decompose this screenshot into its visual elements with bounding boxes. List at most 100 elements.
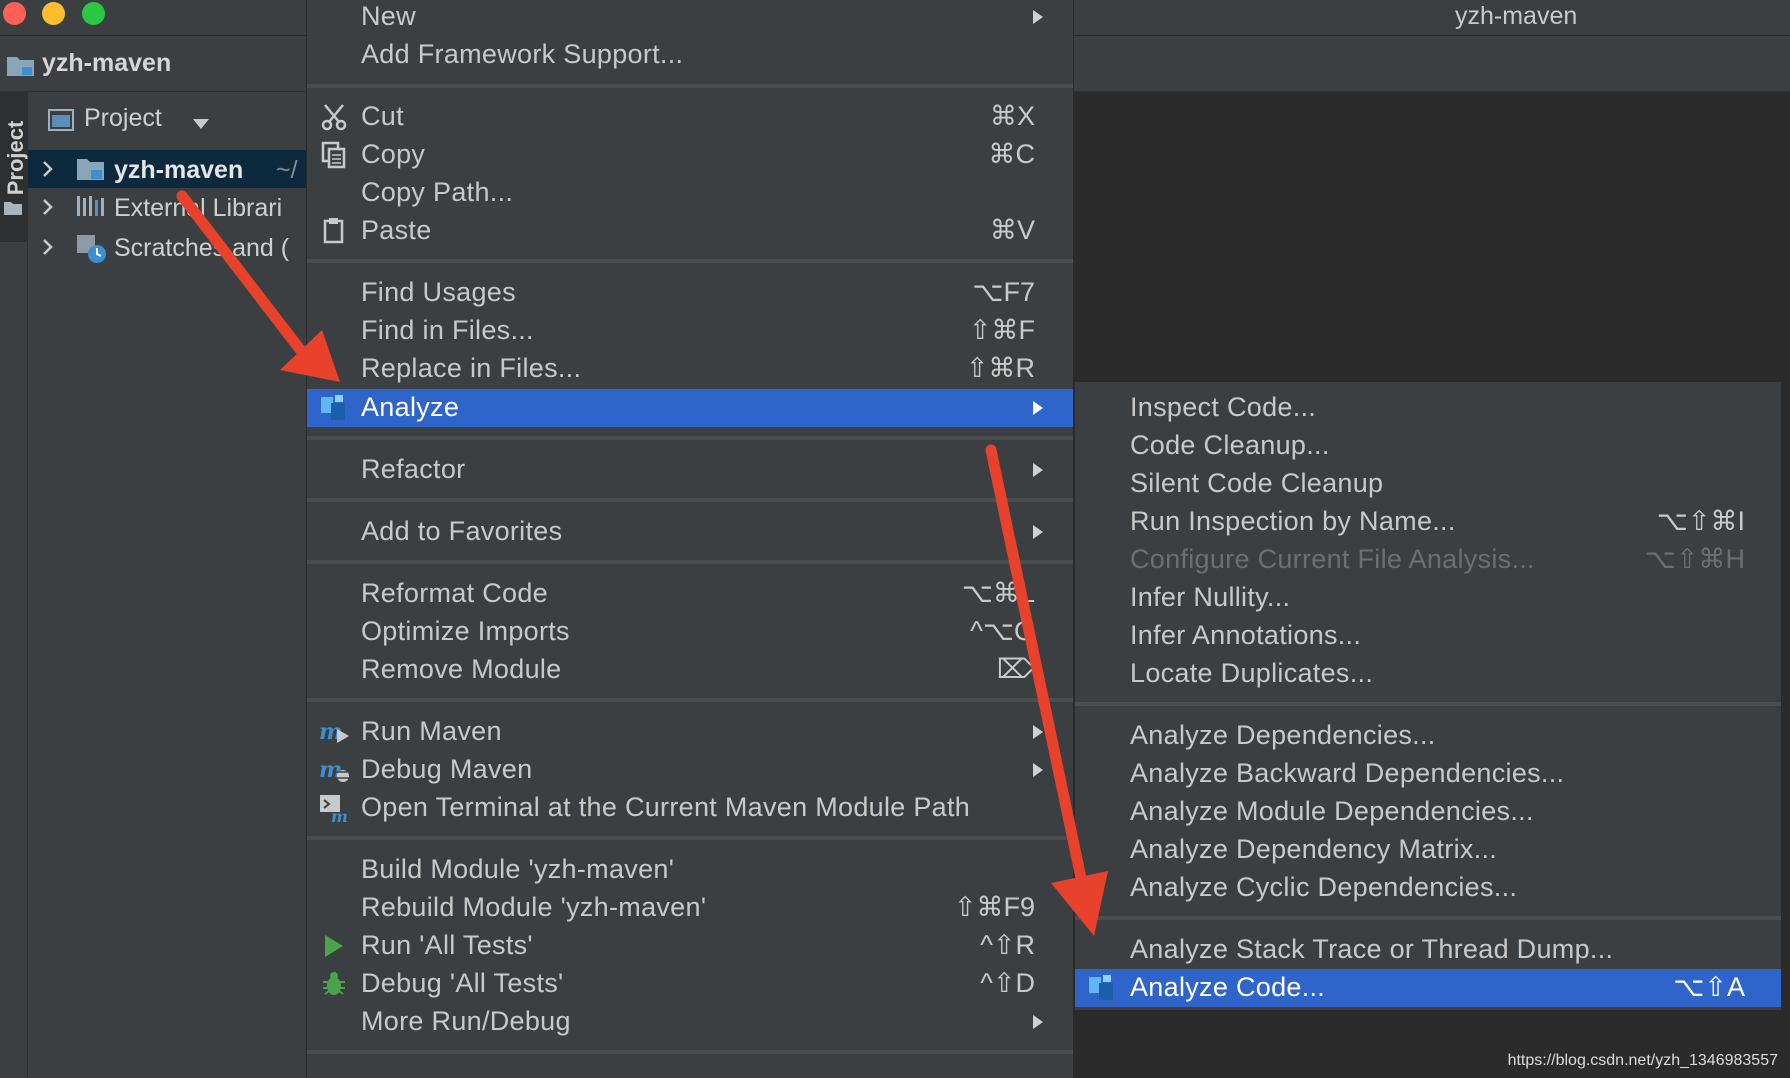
submenu-item-locate-duplicates[interactable]: Locate Duplicates... (1075, 655, 1781, 693)
menu-item-add-framework-support[interactable]: Add Framework Support... (307, 36, 1073, 74)
tree-item-path: ~/ (276, 156, 298, 184)
menu-item-build-module[interactable]: Build Module 'yzh-maven' (307, 851, 1073, 889)
project-tool-button[interactable]: Project (0, 92, 28, 242)
scratches-icon (76, 234, 108, 269)
menu-item-shortcut: ⌥⇧⌘I (1656, 506, 1745, 536)
submenu-arrow-icon (1033, 1015, 1043, 1029)
menu-item-refactor[interactable]: Refactor (307, 451, 1073, 489)
menu-item-label: Debug Maven (361, 754, 533, 784)
submenu-item-analyze-module-dependencies[interactable]: Analyze Module Dependencies... (1075, 793, 1781, 831)
menu-item-label: Reformat Code (361, 578, 548, 608)
menu-separator (307, 84, 1073, 88)
submenu-arrow-icon (1033, 401, 1043, 415)
menu-item-label: Analyze Stack Trace or Thread Dump... (1130, 934, 1614, 964)
menu-item-find-usages[interactable]: Find Usages ⌥F7 (307, 274, 1073, 312)
tree-item-label: Scratches and ( (114, 234, 290, 262)
close-window-button[interactable] (3, 2, 26, 25)
menu-item-label: Code Cleanup... (1130, 430, 1330, 460)
menu-item-label: Add Framework Support... (361, 39, 684, 69)
menu-item-label: New (361, 1, 416, 31)
submenu-arrow-icon (1033, 463, 1043, 477)
chevron-right-icon[interactable] (42, 198, 54, 221)
menu-item-run-all-tests[interactable]: Run 'All Tests' ^⇧R (307, 927, 1073, 965)
project-view-selector[interactable]: Project (84, 104, 162, 133)
menu-item-new[interactable]: New (307, 0, 1073, 36)
minimize-window-button[interactable] (42, 2, 65, 25)
submenu-item-configure-file-analysis: Configure Current File Analysis... ⌥⇧⌘H (1075, 541, 1781, 579)
submenu-item-silent-code-cleanup[interactable]: Silent Code Cleanup (1075, 465, 1781, 503)
project-view-icon (48, 108, 74, 137)
menu-item-paste[interactable]: Paste ⌘V (307, 212, 1073, 250)
menu-item-open-terminal-maven[interactable]: m Open Terminal at the Current Maven Mod… (307, 789, 1073, 827)
debug-icon (319, 969, 349, 999)
chevron-right-icon[interactable] (42, 160, 54, 183)
menu-item-label: Add to Favorites (361, 516, 563, 546)
tree-item-yzh-maven[interactable]: yzh-maven ~/ (28, 150, 308, 188)
submenu-item-run-inspection-by-name[interactable]: Run Inspection by Name... ⌥⇧⌘I (1075, 503, 1781, 541)
menu-item-rebuild-module[interactable]: Rebuild Module 'yzh-maven' ⇧⌘F9 (307, 889, 1073, 927)
menu-separator (1075, 702, 1781, 706)
menu-item-shortcut: ⌘C (988, 139, 1036, 169)
submenu-item-inspect-code[interactable]: Inspect Code... (1075, 389, 1781, 427)
svg-text:m: m (331, 807, 348, 823)
menu-item-label: Remove Module (361, 654, 562, 684)
chevron-down-icon[interactable] (193, 116, 209, 134)
menu-item-label: Optimize Imports (361, 616, 570, 646)
nav-project-crumb[interactable]: yzh-maven (42, 49, 171, 78)
menu-item-label: Analyze Module Dependencies... (1130, 796, 1534, 826)
menu-item-shortcut: ^⇧R (980, 930, 1035, 960)
menu-item-label: Run Maven (361, 716, 502, 746)
menu-item-shortcut: ^⌥O (970, 616, 1035, 646)
menu-item-more-run-debug[interactable]: More Run/Debug (307, 1003, 1073, 1041)
menu-item-reformat-code[interactable]: Reformat Code ⌥⌘L (307, 575, 1073, 613)
menu-item-optimize-imports[interactable]: Optimize Imports ^⌥O (307, 613, 1073, 651)
menu-item-shortcut: ⌘V (989, 215, 1035, 245)
submenu-item-analyze-backward-dependencies[interactable]: Analyze Backward Dependencies... (1075, 755, 1781, 793)
menu-item-label: Debug 'All Tests' (361, 968, 564, 998)
submenu-item-analyze-dependency-matrix[interactable]: Analyze Dependency Matrix... (1075, 831, 1781, 869)
menu-separator (307, 698, 1073, 702)
menu-item-replace-in-files[interactable]: Replace in Files... ⇧⌘R (307, 350, 1073, 388)
run-icon (319, 931, 349, 961)
menu-item-run-maven[interactable]: m Run Maven (307, 713, 1073, 751)
submenu-item-analyze-dependencies[interactable]: Analyze Dependencies... (1075, 717, 1781, 755)
submenu-item-analyze-cyclic-dependencies[interactable]: Analyze Cyclic Dependencies... (1075, 869, 1781, 907)
menu-item-copy[interactable]: Copy ⌘C (307, 136, 1073, 174)
menu-item-add-to-favorites[interactable]: Add to Favorites (307, 513, 1073, 551)
module-folder-icon (6, 54, 36, 83)
menu-item-debug-all-tests[interactable]: Debug 'All Tests' ^⇧D (307, 965, 1073, 1003)
menu-item-label: Infer Annotations... (1130, 620, 1362, 650)
menu-item-remove-module[interactable]: Remove Module ⌦ (307, 651, 1073, 689)
menu-item-label: Run 'All Tests' (361, 930, 533, 960)
menu-item-label: Analyze Dependencies... (1130, 720, 1436, 750)
menu-item-debug-maven[interactable]: m Debug Maven (307, 751, 1073, 789)
submenu-item-analyze-stack-trace[interactable]: Analyze Stack Trace or Thread Dump... (1075, 931, 1781, 969)
menu-item-shortcut: ⌘X (989, 101, 1035, 131)
menu-separator (307, 836, 1073, 840)
clipboard-icon (319, 216, 349, 246)
menu-item-label: Open Terminal at the Current Maven Modul… (361, 792, 971, 822)
menu-item-analyze[interactable]: Analyze (307, 389, 1073, 427)
submenu-item-code-cleanup[interactable]: Code Cleanup... (1075, 427, 1781, 465)
submenu-item-analyze-code[interactable]: Analyze Code... ⌥⇧A (1075, 969, 1781, 1007)
submenu-item-infer-nullity[interactable]: Infer Nullity... (1075, 579, 1781, 617)
menu-item-label: More Run/Debug (361, 1006, 571, 1036)
menu-item-find-in-files[interactable]: Find in Files... ⇧⌘F (307, 312, 1073, 350)
submenu-item-infer-annotations[interactable]: Infer Annotations... (1075, 617, 1781, 655)
menu-item-copy-path[interactable]: Copy Path... (307, 174, 1073, 212)
tree-item-external-libraries[interactable]: External Librari (28, 188, 308, 226)
tree-item-label: yzh-maven (114, 156, 244, 184)
menu-item-label: Copy Path... (361, 177, 514, 207)
menu-item-label: Rebuild Module 'yzh-maven' (361, 892, 707, 922)
tree-item-scratches[interactable]: Scratches and ( (28, 228, 308, 266)
project-panel-header: Project (28, 92, 308, 148)
menu-item-label: Infer Nullity... (1130, 582, 1291, 612)
submenu-arrow-icon (1033, 525, 1043, 539)
submenu-arrow-icon (1033, 763, 1043, 777)
zoom-window-button[interactable] (82, 2, 105, 25)
submenu-arrow-icon (1033, 725, 1043, 739)
menu-item-shortcut: ⌦ (996, 654, 1035, 684)
menu-item-cut[interactable]: Cut ⌘X (307, 98, 1073, 136)
chevron-right-icon[interactable] (42, 238, 54, 261)
menu-item-shortcut: ⌥⌘L (961, 578, 1035, 608)
